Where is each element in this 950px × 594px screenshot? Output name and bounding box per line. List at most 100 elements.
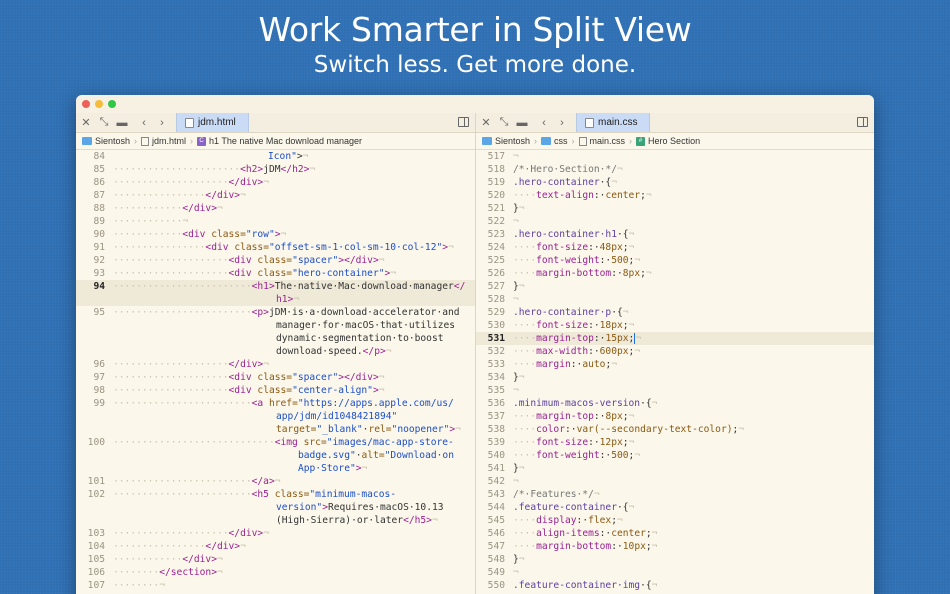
close-icon[interactable]: ✕ [78,116,94,129]
code-line[interactable]: download·speed.</p>¬ [76,345,475,358]
chevron-right-icon[interactable]: › [554,117,570,129]
folder-icon[interactable]: ▬ [514,117,530,129]
code-line[interactable]: 96 ····················</div>¬ [76,358,475,371]
breadcrumb-item-project[interactable]: Sientosh [482,136,530,146]
code-line[interactable]: 521}¬ [476,202,874,215]
code-line[interactable]: 106 ········</section>¬ [76,566,475,579]
code-line[interactable]: 94 ························<h1>The·native… [76,280,475,293]
code-editor-html[interactable]: 84 Icon">¬ 85 ······················<h2>jDM… [76,150,475,592]
code-line[interactable]: 542 ¬ [476,475,874,488]
breadcrumb-item-symbol[interactable]: Ch1 The native Mac download manager [197,136,362,146]
code-line[interactable]: 89 ············¬ [76,215,475,228]
code-line[interactable]: 91 ················<div class="offset-sm-… [76,241,475,254]
code-line[interactable]: 520 ····text-align:·center;¬ [476,189,874,202]
code-line[interactable]: 518 /*·Hero·Section·*/¬ [476,163,874,176]
code-line[interactable]: 100 ····························<img src=… [76,436,475,449]
code-line[interactable]: 536 .minimum-macos-version·{¬ [476,397,874,410]
code-line[interactable]: 105 ············</div>¬ [76,553,475,566]
code-line[interactable]: 524 ····font-size:·48px;¬ [476,241,874,254]
code-line[interactable]: 539 ····font-size:·12px;¬ [476,436,874,449]
code-line[interactable]: 523 .hero-container·h1·{¬ [476,228,874,241]
code-line[interactable]: 90 ············<div class="row">¬ [76,228,475,241]
expand-icon[interactable]: ⤡ [96,116,112,129]
breadcrumb-item-symbol[interactable]: # Hero Section [636,136,700,146]
code-line[interactable]: 530 ····font-size:·18px;¬ [476,319,874,332]
breadcrumb-item-file[interactable]: main.css [578,136,625,146]
code-line[interactable]: 537 ····margin-top:·8px;¬ [476,410,874,423]
code-line[interactable]: 85 ······················<h2>jDM</h2>¬ [76,163,475,176]
code-line[interactable]: 102 ························<h5 class="mi… [76,488,475,501]
code-line[interactable]: 531 ····margin-top:·15px;¬ [476,332,874,345]
code-line[interactable]: target="_blank"·rel="noopener">¬ [76,423,475,436]
code-line[interactable]: 538 ····color:·var(--secondary-text-color… [476,423,874,436]
breadcrumb-item-project[interactable]: Sientosh [82,136,130,146]
code-line[interactable]: 540 ····font-weight:·500;¬ [476,449,874,462]
code-line[interactable]: 101 ························</a>¬ [76,475,475,488]
code-line[interactable]: 528 ¬ [476,293,874,306]
breadcrumb-item-folder[interactable]: css [541,136,568,146]
code-line[interactable]: 519 .hero-container·{¬ [476,176,874,189]
code-line[interactable]: h1>¬ [76,293,475,306]
code-line[interactable]: 532 ····max-width:·600px;¬ [476,345,874,358]
minimize-window-button[interactable] [95,100,103,108]
line-number: 96 [93,359,105,370]
code-line[interactable]: badge.svg"·alt="Download·on [76,449,475,462]
code-text: }¬ [513,463,525,474]
code-line[interactable]: 103 ····················</div>¬ [76,527,475,540]
code-line[interactable]: 522 ¬ [476,215,874,228]
code-line[interactable]: 95 ························<p>jDM·is·a·do… [76,306,475,319]
code-text: dynamic·segmentation·to·boost [276,333,444,344]
code-line[interactable]: 548}¬ [476,553,874,566]
code-line[interactable]: 525 ····font-weight:·500;¬ [476,254,874,267]
code-line[interactable]: 97 ····················<div class="spacer… [76,371,475,384]
code-editor-css[interactable]: 517 ¬ 518 /*·Hero·Section·*/¬ 519 .hero-conta… [476,150,874,592]
code-line[interactable]: 92 ····················<div class="spacer… [76,254,475,267]
code-line[interactable]: 534}¬ [476,371,874,384]
code-line[interactable]: 546 ····align-items:·center;¬ [476,527,874,540]
split-view-icon[interactable] [857,117,868,127]
code-line[interactable]: 93 ····················<div class="hero-c… [76,267,475,280]
code-text: manager·for·macOS·that·utilizes [276,320,456,331]
code-line[interactable]: 88 ············</div>¬ [76,202,475,215]
expand-icon[interactable]: ⤡ [496,116,512,129]
code-line[interactable]: 98 ····················<div class="center… [76,384,475,397]
code-line[interactable]: 544 .feature-container·{¬ [476,501,874,514]
breadcrumb-item-file[interactable]: jdm.html [141,136,186,146]
folder-icon[interactable]: ▬ [114,117,130,129]
code-line[interactable]: 549 ¬ [476,566,874,579]
code-line[interactable]: 529 .hero-container·p·{¬ [476,306,874,319]
code-line[interactable]: (High·Sierra)·or·later</h5>¬ [76,514,475,527]
code-line[interactable]: 86 ····················</div>¬ [76,176,475,189]
code-line[interactable]: dynamic·segmentation·to·boost [76,332,475,345]
code-line[interactable]: manager·for·macOS·that·utilizes [76,319,475,332]
code-line[interactable]: 107 ········¬ [76,579,475,592]
chevron-left-icon[interactable]: ‹ [536,117,552,129]
code-line[interactable]: 104 ················</div>¬ [76,540,475,553]
code-line[interactable]: 526 ····margin-bottom:·8px;¬ [476,267,874,280]
code-line[interactable]: 543 /*·Features·*/¬ [476,488,874,501]
close-icon[interactable]: ✕ [478,116,494,129]
code-line[interactable]: version">Requires·macOS·10.13 [76,501,475,514]
code-line[interactable]: 547 ····margin-bottom:·10px;¬ [476,540,874,553]
code-line[interactable]: App·Store">¬ [76,462,475,475]
code-line[interactable]: app/jdm/id1048421894" [76,410,475,423]
code-line[interactable]: 84 Icon">¬ [76,150,475,163]
chevron-left-icon[interactable]: ‹ [136,117,152,129]
code-line[interactable]: 545 ····display:·flex;¬ [476,514,874,527]
code-line[interactable]: 517 ¬ [476,150,874,163]
code-line[interactable]: 541}¬ [476,462,874,475]
code-line[interactable]: 87 ················</div>¬ [76,189,475,202]
code-line[interactable]: 535 ¬ [476,384,874,397]
split-view-icon[interactable] [458,117,469,127]
code-text: ····font-weight:·500;¬ [513,255,641,266]
code-line[interactable]: 99 ························<a href="https… [76,397,475,410]
zoom-window-button[interactable] [108,100,116,108]
chevron-right-icon[interactable]: › [154,117,170,129]
code-text: .feature-container·img·{¬ [513,580,658,591]
tab-main-css[interactable]: main.css [576,113,651,132]
code-line[interactable]: 533 ····margin:·auto;¬ [476,358,874,371]
close-window-button[interactable] [82,100,90,108]
tab-jdm-html[interactable]: jdm.html [176,113,249,132]
code-line[interactable]: 550 .feature-container·img·{¬ [476,579,874,592]
code-line[interactable]: 527}¬ [476,280,874,293]
